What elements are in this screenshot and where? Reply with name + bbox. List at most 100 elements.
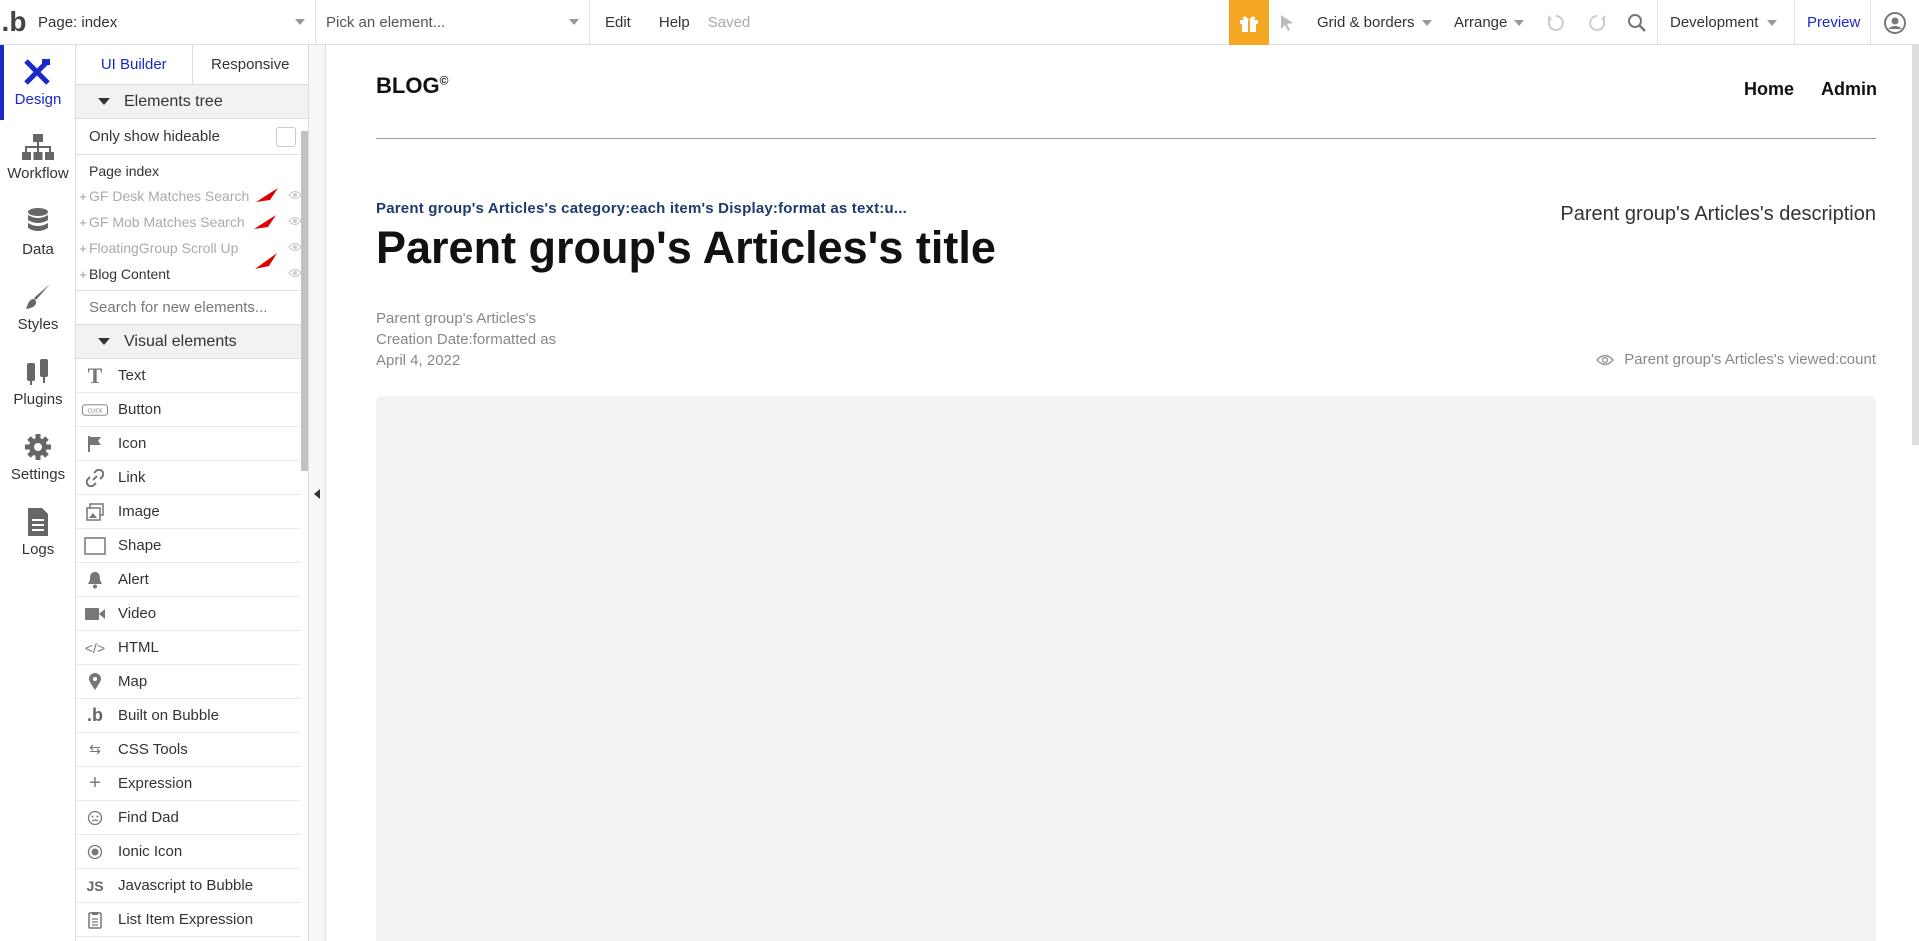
eye-icon <box>1596 354 1615 365</box>
visual-element-label: HTML <box>118 639 159 656</box>
bell-icon <box>82 571 108 589</box>
red-arrow-annotation-icon <box>255 253 277 269</box>
grid-borders-dropdown[interactable]: Grid & borders <box>1317 0 1432 45</box>
tab-responsive[interactable]: Responsive <box>193 45 309 84</box>
expand-plus-icon[interactable]: + <box>77 267 89 282</box>
panel-collapse-handle[interactable] <box>309 45 326 941</box>
rail-design[interactable]: Design <box>0 45 76 120</box>
visual-element-map[interactable]: Map <box>76 665 301 699</box>
elements-tree-header[interactable]: Elements tree <box>76 85 308 119</box>
eye-icon[interactable] <box>288 216 302 226</box>
gift-icon <box>1240 16 1258 32</box>
element-picker-label: Pick an element... <box>326 13 446 31</box>
visual-element-css-tools[interactable]: ⇆ CSS Tools <box>76 733 301 767</box>
visual-element-ionic-icon[interactable]: Ionic Icon <box>76 835 301 869</box>
article-category-text[interactable]: Parent group's Articles's category:each … <box>376 200 907 217</box>
eye-icon[interactable] <box>288 268 302 278</box>
rail-workflow[interactable]: Workflow <box>0 120 76 195</box>
visual-element-icon[interactable]: Icon <box>76 427 301 461</box>
visual-elements-header[interactable]: Visual elements <box>76 325 308 359</box>
chevron-down-icon <box>1421 19 1432 26</box>
visual-element-find-dad[interactable]: Find Dad <box>76 801 301 835</box>
expand-plus-icon[interactable]: + <box>77 189 89 204</box>
search-new-elements-input[interactable]: Search for new elements... <box>76 291 308 325</box>
red-arrow-annotation-icon <box>254 215 276 229</box>
search-button[interactable] <box>1626 0 1648 45</box>
rail-logs[interactable]: Logs <box>0 495 76 570</box>
undo-button[interactable] <box>1545 0 1567 45</box>
tree-item[interactable]: + GF Mob Matches Search <box>76 209 308 235</box>
account-button[interactable] <box>1870 0 1907 45</box>
left-nav-rail: Design Workflow Data Styles Plugins Sett… <box>0 45 76 941</box>
tree-item[interactable]: + GF Desk Matches Search <box>76 183 308 209</box>
nav-home-link[interactable]: Home <box>1744 79 1794 100</box>
rectangle-icon <box>82 536 108 555</box>
visual-element-list-item-expression[interactable]: List Item Expression <box>76 903 301 937</box>
visual-elements-title: Visual elements <box>124 332 237 350</box>
visual-element-link[interactable]: Link <box>76 461 301 495</box>
select-mode-button[interactable] <box>1278 0 1298 45</box>
expand-plus-icon[interactable]: + <box>77 241 89 256</box>
face-icon <box>82 810 108 826</box>
clipboard-list-icon <box>82 911 108 929</box>
visual-element-label: Alert <box>118 571 149 588</box>
rail-settings[interactable]: Settings <box>0 420 76 495</box>
tree-item[interactable]: + Blog Content <box>76 253 308 287</box>
gift-button[interactable] <box>1229 0 1269 45</box>
eye-icon[interactable] <box>288 242 302 252</box>
environment-dropdown[interactable]: Development <box>1657 0 1778 45</box>
blog-logo[interactable]: BLOG© <box>376 73 448 99</box>
visual-element-label: Map <box>118 673 148 690</box>
visual-element-label: Image <box>118 503 160 520</box>
chevron-down-icon <box>569 19 579 25</box>
article-date-text[interactable]: Parent group's Articles's Creation Date:… <box>376 308 596 371</box>
panel-scrollbar[interactable] <box>301 131 308 471</box>
eye-icon[interactable] <box>288 190 302 200</box>
article-image-placeholder[interactable] <box>376 396 1876 941</box>
expand-plus-icon[interactable]: + <box>77 215 89 230</box>
rail-plugins[interactable]: Plugins <box>0 345 76 420</box>
search-icon <box>1628 13 1646 32</box>
bubble-logo-icon[interactable]: .b <box>0 0 28 45</box>
edit-menu[interactable]: Edit <box>590 0 647 45</box>
canvas-scrollbar[interactable] <box>1912 45 1919 445</box>
visual-element-video[interactable]: Video <box>76 597 301 631</box>
text-t-icon: T <box>87 362 103 388</box>
visual-element-javascript-to-bubble[interactable]: JS Javascript to Bubble <box>76 869 301 903</box>
visual-element-label: Text <box>118 367 146 384</box>
date-line: April 4, 2022 <box>376 352 461 369</box>
preview-button[interactable]: Preview <box>1794 0 1860 45</box>
user-avatar-icon <box>1884 11 1906 34</box>
article-views[interactable]: Parent group's Articles's viewed:count <box>1596 351 1876 368</box>
visual-element-label: Link <box>118 469 146 486</box>
visual-element-html[interactable]: </> HTML <box>76 631 301 665</box>
arrange-dropdown[interactable]: Arrange <box>1454 0 1525 45</box>
tree-page-root[interactable]: Page index <box>76 159 308 183</box>
visual-element-built-on-bubble[interactable]: .b Built on Bubble <box>76 699 301 733</box>
visual-element-image[interactable]: Image <box>76 495 301 529</box>
page-canvas[interactable]: BLOG© Home Admin Parent group's Articles… <box>326 45 1919 941</box>
only-show-hideable-checkbox[interactable] <box>276 126 296 147</box>
rail-data[interactable]: Data <box>0 195 76 270</box>
chevron-down-icon <box>1514 19 1525 26</box>
flag-icon <box>82 435 108 453</box>
visual-element-shape[interactable]: Shape <box>76 529 301 563</box>
rail-styles[interactable]: Styles <box>0 270 76 345</box>
visual-element-expression[interactable]: + Expression <box>76 767 301 801</box>
element-picker[interactable]: Pick an element... <box>316 0 590 45</box>
triangle-down-icon <box>98 338 110 345</box>
design-icon <box>24 59 50 85</box>
undo-icon <box>1547 14 1564 31</box>
visual-element-button[interactable]: CLICK Button <box>76 393 301 427</box>
article-description-text[interactable]: Parent group's Articles's description <box>1560 203 1876 226</box>
tab-ui-builder[interactable]: UI Builder <box>76 45 193 84</box>
article-title-text[interactable]: Parent group's Articles's title <box>376 222 996 274</box>
redo-button[interactable] <box>1586 0 1608 45</box>
nav-admin-link[interactable]: Admin <box>1821 79 1877 100</box>
visual-element-text[interactable]: T Text <box>76 359 301 393</box>
chevron-down-icon <box>295 19 305 25</box>
help-menu[interactable]: Help <box>647 0 692 45</box>
page-selector[interactable]: Page: index <box>28 0 316 45</box>
blog-logo-text: BLOG <box>376 73 440 98</box>
visual-element-alert[interactable]: Alert <box>76 563 301 597</box>
